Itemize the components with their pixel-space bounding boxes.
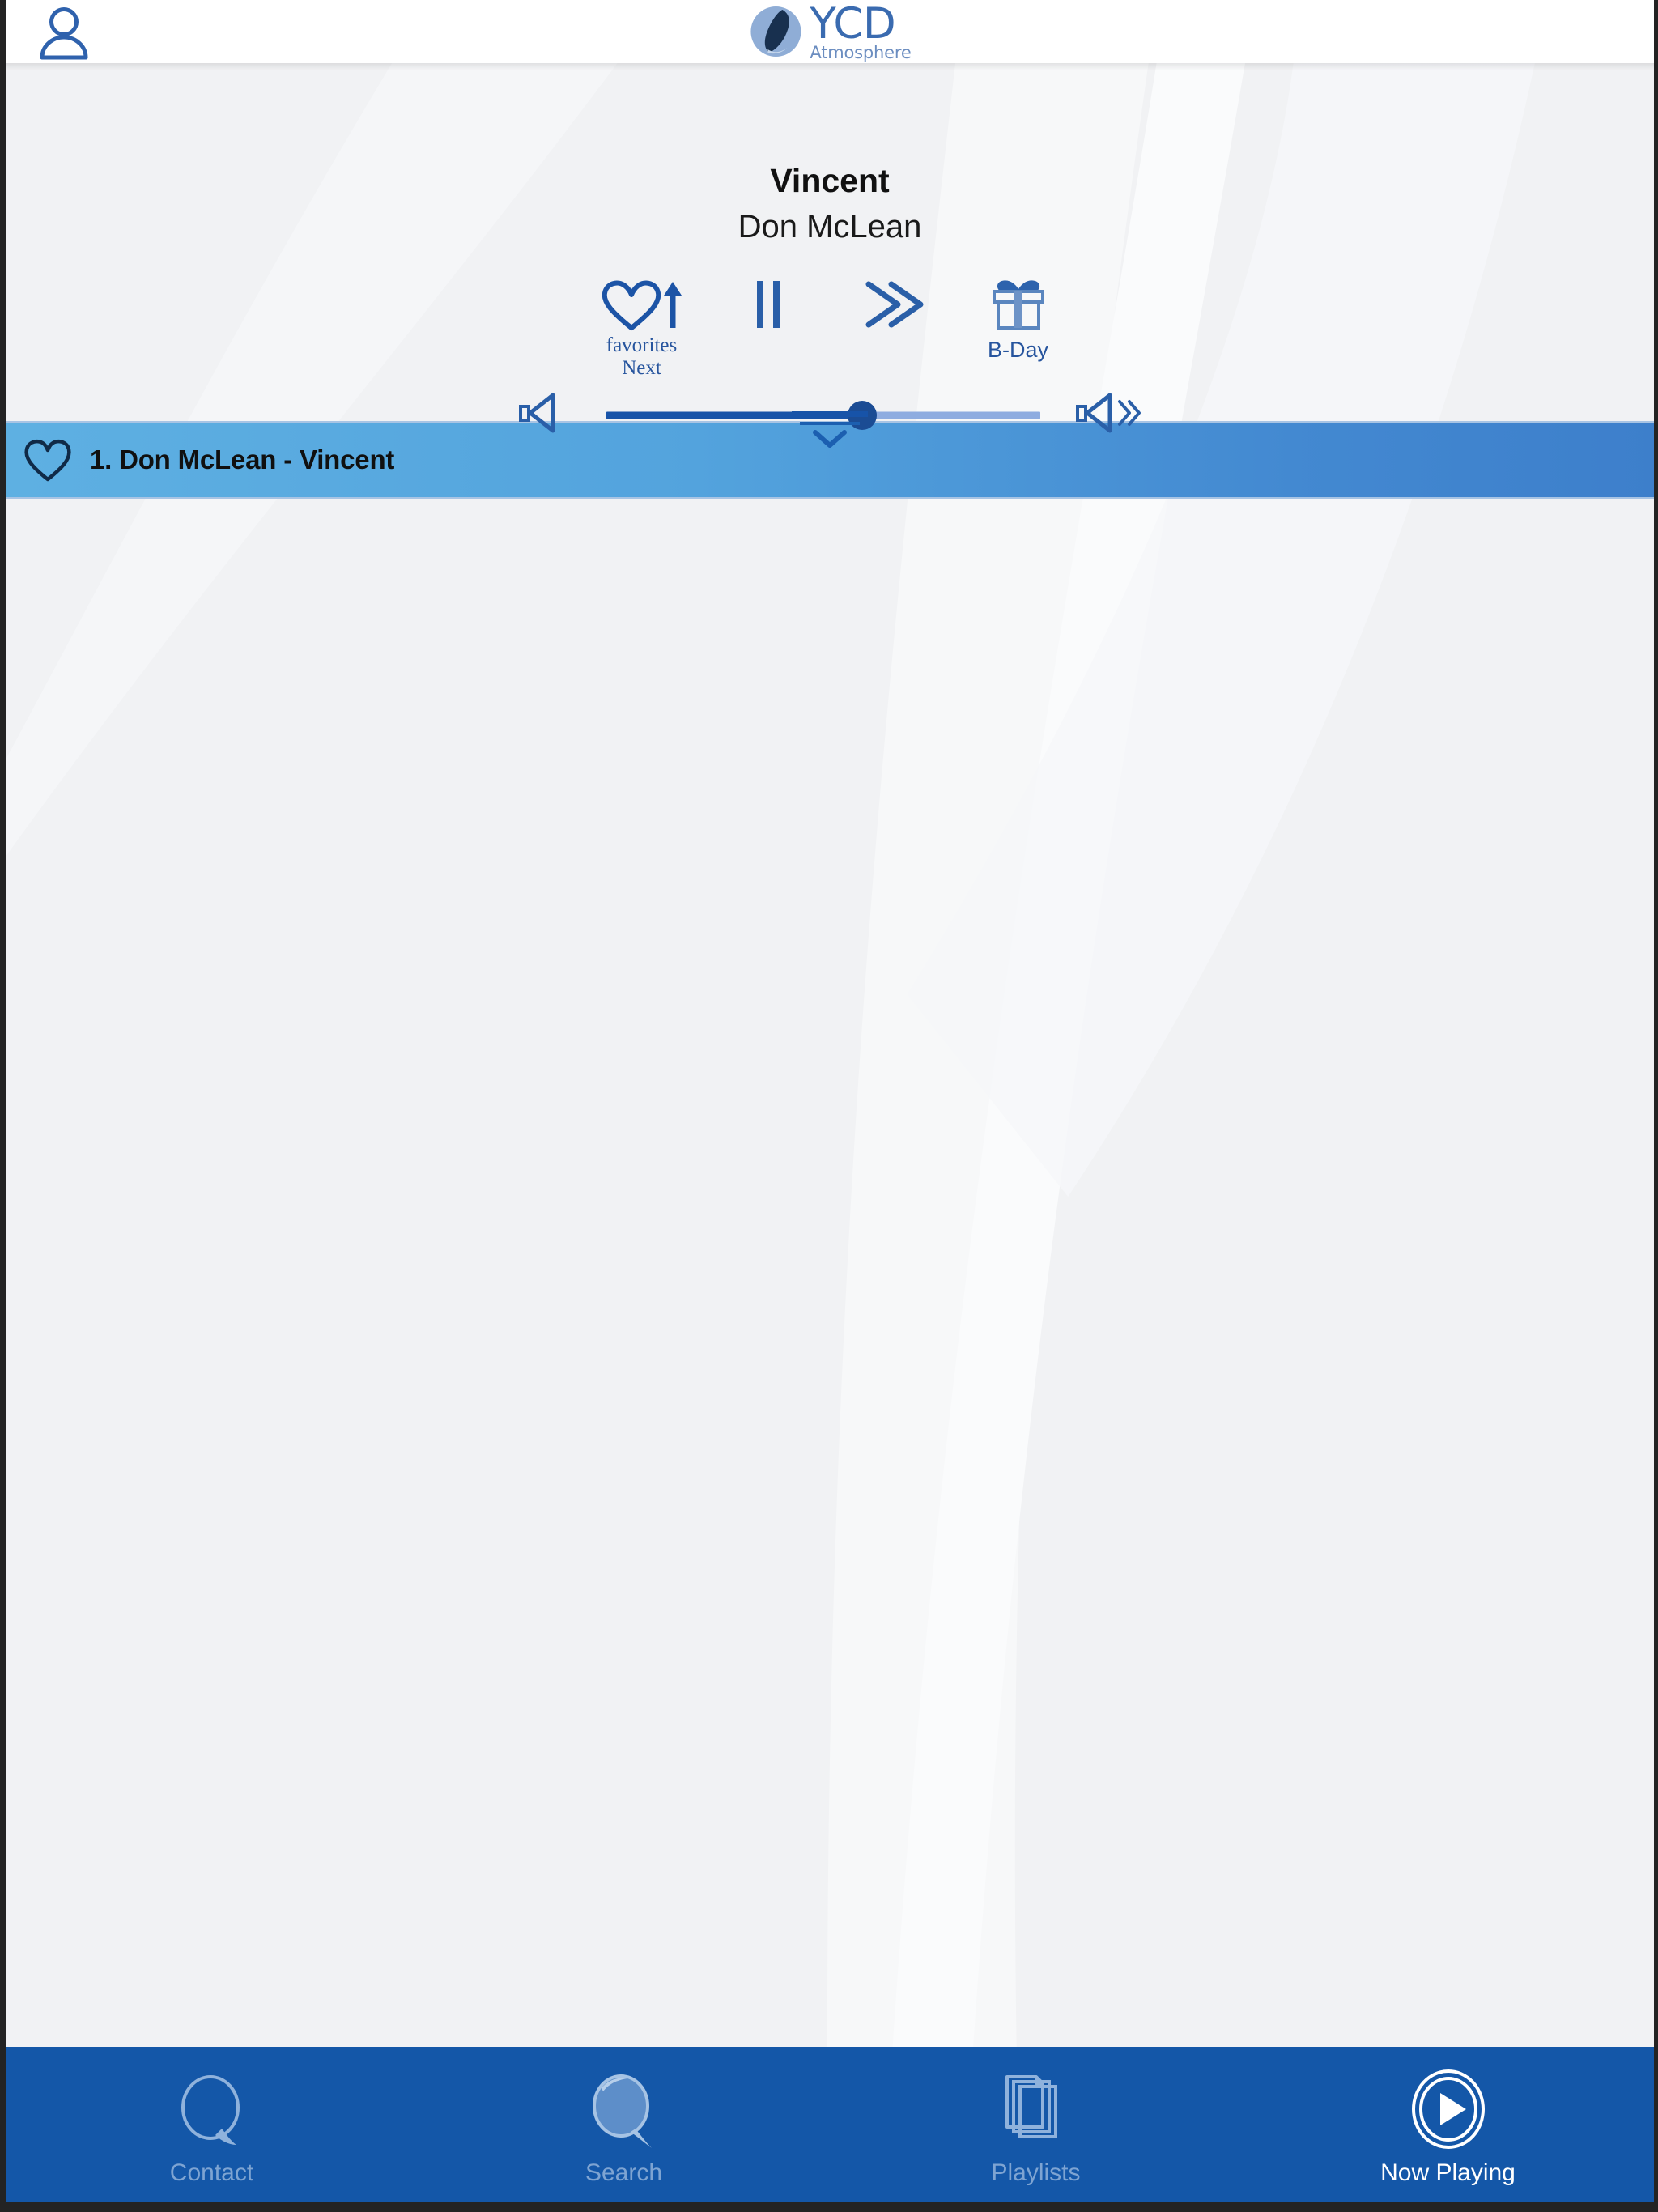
now-playing-artist: Don McLean xyxy=(738,209,922,245)
brand-name: YCD xyxy=(810,0,896,49)
brand-logo: YCD Atmosphere xyxy=(746,1,912,62)
transport-controls: favorites Next B-Day xyxy=(579,275,1081,379)
tab-now-playing[interactable]: Now Playing xyxy=(1242,2047,1654,2202)
tab-contact-label: Contact xyxy=(169,2159,254,2186)
tab-search-label: Search xyxy=(585,2159,663,2186)
speaker-volume-up-icon[interactable] xyxy=(1074,390,1146,440)
heart-outline-icon[interactable] xyxy=(6,437,90,483)
favorites-next-button[interactable]: favorites Next xyxy=(579,275,704,379)
account-button[interactable] xyxy=(30,3,98,63)
collapse-player-handle[interactable] xyxy=(781,411,878,450)
ycd-logo-icon xyxy=(750,6,801,57)
fast-forward-icon xyxy=(856,275,930,334)
tab-playlists-label: Playlists xyxy=(991,2159,1081,2186)
pause-icon xyxy=(742,275,793,334)
user-icon xyxy=(40,7,88,60)
favorites-label: favorites xyxy=(606,334,678,356)
now-playing-title: Vincent xyxy=(770,162,890,199)
magnifier-icon xyxy=(587,2069,661,2150)
device-frame: YCD Atmosphere Vincent Don McLean favori… xyxy=(0,0,1658,2212)
gift-icon xyxy=(986,275,1051,334)
tab-search[interactable]: Search xyxy=(418,2047,830,2202)
play-circle-icon xyxy=(1408,2069,1489,2150)
next-label: Next xyxy=(622,357,661,379)
pause-button[interactable] xyxy=(704,275,830,334)
next-track-button[interactable] xyxy=(830,275,955,334)
tab-now-playing-label: Now Playing xyxy=(1380,2159,1516,2186)
speech-bubble-icon xyxy=(175,2069,249,2150)
tab-contact[interactable]: Contact xyxy=(6,2047,418,2202)
stacked-pages-icon xyxy=(999,2069,1073,2150)
tab-playlists[interactable]: Playlists xyxy=(830,2047,1242,2202)
speaker-mute-icon[interactable] xyxy=(514,390,572,440)
heart-with-up-arrow-icon xyxy=(598,275,686,334)
birthday-button[interactable]: B-Day xyxy=(955,275,1081,362)
brand-tagline: Atmosphere xyxy=(810,43,912,62)
list-item: 1. Don McLean - Vincent xyxy=(90,445,395,474)
app-header: YCD Atmosphere xyxy=(6,0,1654,70)
now-playing-panel: Vincent Don McLean favorites Next B-Day xyxy=(6,63,1654,433)
chevron-down-icon xyxy=(792,411,868,448)
birthday-label: B-Day xyxy=(987,338,1048,362)
bottom-tab-bar: Contact Search Playlists Now Playing xyxy=(6,2047,1654,2202)
